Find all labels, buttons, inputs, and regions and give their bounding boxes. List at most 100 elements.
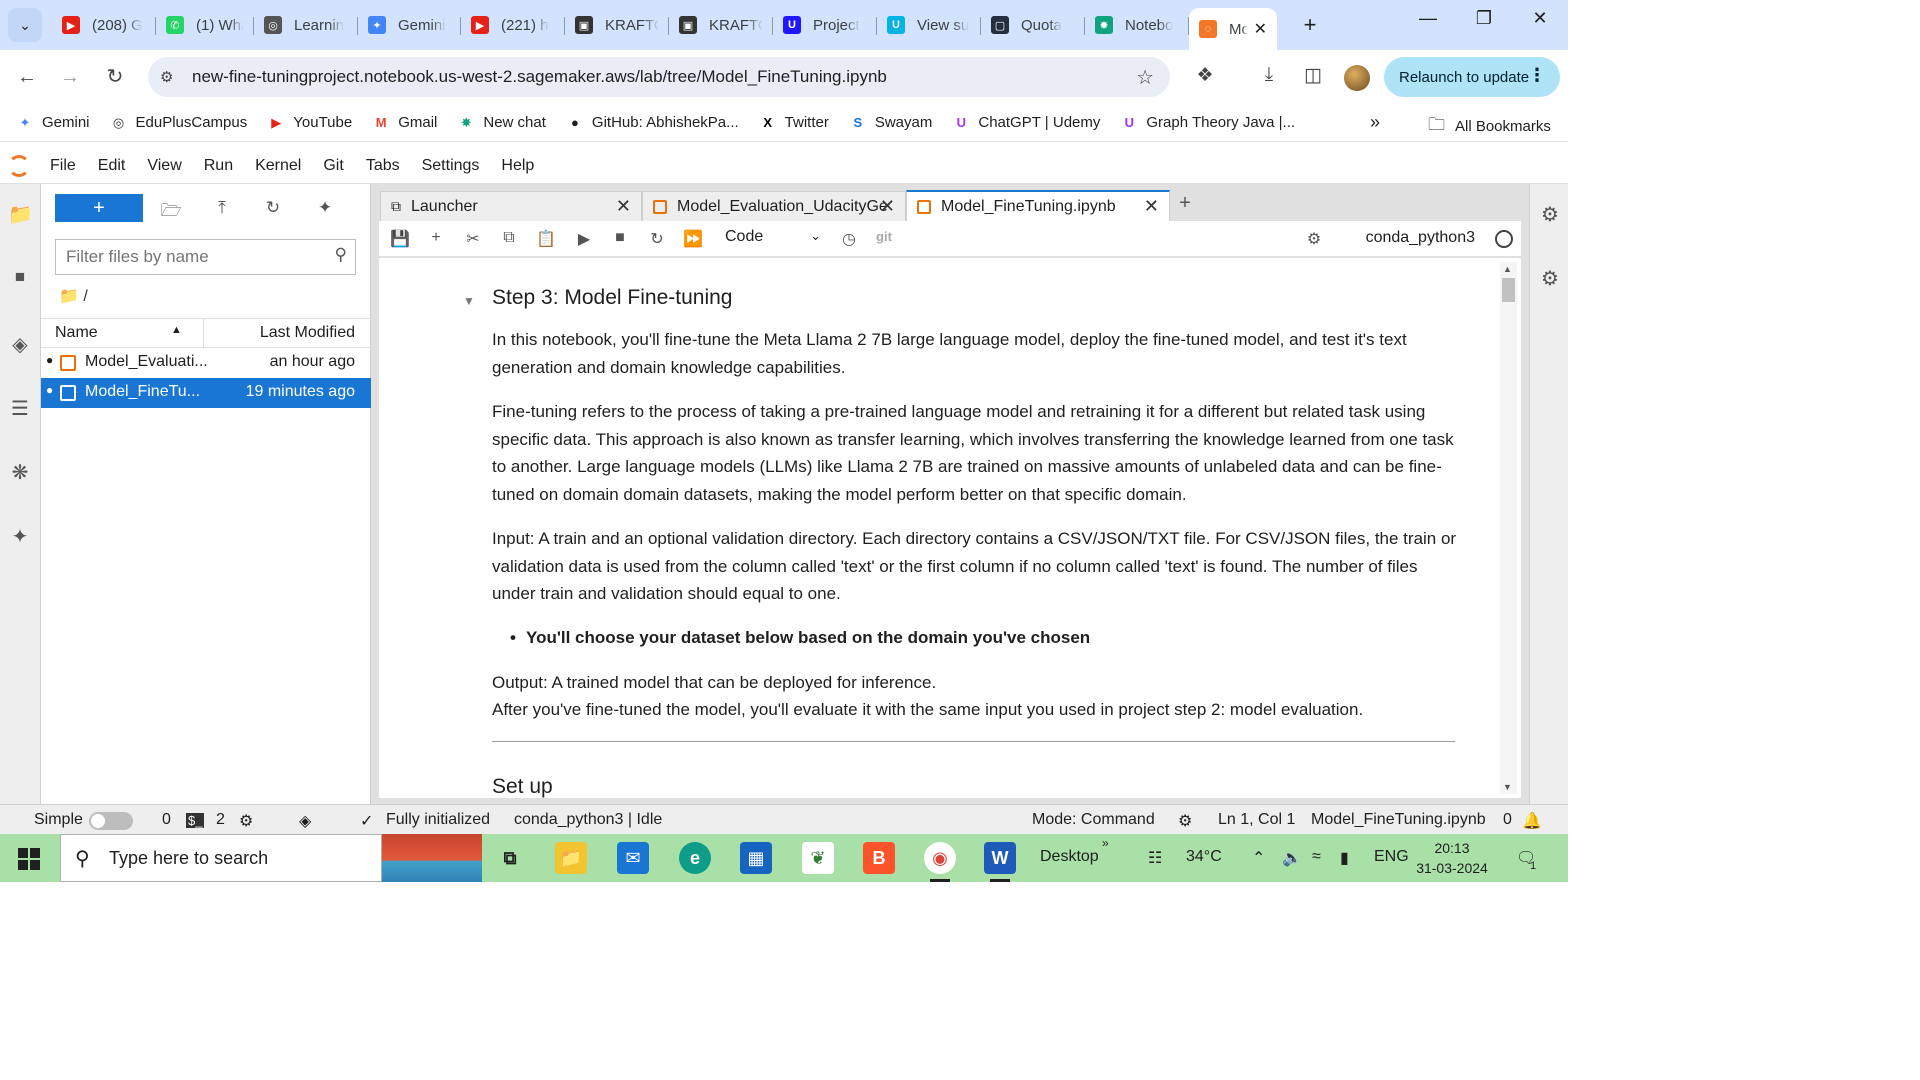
sort-ascending-icon[interactable]: ▲ [171, 324, 182, 336]
new-tab-button[interactable]: + [1295, 12, 1325, 38]
file-browser-folder-icon[interactable]: 📁 [8, 202, 33, 226]
menu-kernel[interactable]: Kernel [255, 157, 301, 175]
scrollbar-thumb[interactable] [1502, 278, 1515, 302]
temperature[interactable]: 34°C [1186, 848, 1222, 866]
paste-icon[interactable]: 📋 [535, 229, 557, 249]
document-tab[interactable]: Model_Evaluation_UdacityGe ✕ [642, 191, 906, 221]
microsoft-store-icon[interactable]: ▦ [740, 842, 772, 874]
menu-view[interactable]: View [147, 157, 181, 175]
git-label[interactable]: git [873, 229, 895, 244]
extensions-puzzle-icon[interactable]: ✦ [8, 524, 32, 548]
breadcrumb[interactable]: 📁 / [59, 286, 88, 306]
browser-tab[interactable]: ◌ Mo ✕ [1189, 8, 1277, 50]
menu-file[interactable]: File [50, 157, 76, 175]
file-row[interactable]: ● Model_Evaluati... an hour ago [41, 348, 371, 378]
show-hidden-icons-icon[interactable]: ⌃ [1252, 848, 1265, 868]
notebook-scrollbar[interactable]: ▲ ▼ [1500, 262, 1517, 794]
close-tab-icon[interactable]: ✕ [880, 196, 895, 217]
git-clone-icon[interactable]: ✦ [313, 198, 337, 218]
browser-tab[interactable]: ▣ KRAFTO [669, 8, 773, 42]
filter-files-field[interactable]: ⚲ [55, 239, 356, 275]
browser-tab[interactable]: ✦ Gemini [358, 8, 461, 42]
refresh-icon[interactable]: ↻ [261, 198, 285, 218]
url-text[interactable]: new-fine-tuningproject.notebook.us-west-… [192, 67, 887, 87]
scroll-down-icon[interactable]: ▼ [1503, 782, 1512, 792]
restore-button[interactable]: ❐ [1456, 8, 1512, 29]
browser-tab[interactable]: ▶ (221) h [461, 8, 565, 42]
file-name[interactable]: Model_FineTu... [85, 383, 210, 401]
bookmark-item[interactable]: ◎ EduPlusCampus [110, 114, 247, 132]
run-all-icon[interactable]: ⏩ [682, 229, 704, 249]
cell-type-select[interactable]: Code ⌄ [725, 228, 821, 246]
close-tab-icon[interactable]: ✕ [1144, 196, 1159, 217]
menu-settings[interactable]: Settings [422, 157, 480, 175]
column-divider[interactable] [203, 319, 204, 349]
extensions-icon[interactable]: ❖ [1192, 64, 1218, 87]
file-name[interactable]: Model_Evaluati... [85, 353, 210, 371]
table-of-contents-icon[interactable]: ☰ [8, 396, 32, 420]
battery-icon[interactable]: ▮ [1340, 848, 1349, 868]
bookmark-item[interactable]: S Swayam [849, 114, 933, 132]
browser-tab[interactable]: U Project [773, 8, 877, 42]
download-icon[interactable]: ⤓ [1256, 64, 1282, 86]
run-icon[interactable]: ▶ [573, 229, 595, 249]
profile-avatar[interactable] [1344, 65, 1370, 91]
bell-icon[interactable]: 🔔 [1522, 811, 1542, 831]
weather-icon[interactable]: ☷ [1148, 848, 1162, 868]
browser-tab[interactable]: ✆ (1) Wha [156, 8, 254, 42]
taskbar-search[interactable]: ⚲ Type here to search [60, 834, 382, 882]
kernel-state[interactable]: conda_python3 | Idle [514, 811, 662, 829]
debugger-bug-icon[interactable]: ⚙ [1538, 266, 1562, 291]
sagemaker-brain-icon[interactable]: ❋ [8, 460, 32, 484]
terminal-icon[interactable]: $_ [186, 813, 205, 828]
bookmark-item[interactable]: ✦ Gemini [16, 114, 90, 132]
site-info-icon[interactable]: ⚙ [160, 68, 173, 86]
property-inspector-gears-icon[interactable]: ⚙ [1538, 202, 1562, 227]
bookmark-item[interactable]: X Twitter [759, 114, 829, 132]
document-tab[interactable]: ⧉ Launcher ✕ [380, 191, 642, 221]
upload-icon[interactable]: ⤒ [210, 198, 234, 218]
kernel-name[interactable]: conda_python3 [1366, 229, 1475, 247]
word-icon[interactable]: W [984, 842, 1016, 882]
tab-search-button[interactable]: ⌄ [8, 8, 42, 42]
notebook-content[interactable]: ▼ Step 3: Model Fine-tuning In this note… [379, 258, 1521, 798]
windows-start-icon[interactable] [18, 848, 40, 870]
desktop-label[interactable]: Desktop [1040, 848, 1099, 866]
bookmark-item[interactable]: U ChatGPT | Udemy [952, 114, 1101, 132]
bookmark-item[interactable]: U Graph Theory Java |... [1120, 114, 1295, 132]
forward-button[interactable]: → [57, 64, 83, 90]
filter-files-input[interactable] [66, 247, 316, 267]
more-menu-icon[interactable]: ⋮ [1528, 65, 1546, 86]
chrome-icon[interactable]: ◉ [924, 842, 956, 882]
chevron-up-double-icon[interactable]: » [1102, 836, 1109, 850]
bookmark-star-icon[interactable]: ☆ [1136, 65, 1154, 90]
mail-icon[interactable]: ✉ [617, 842, 649, 874]
browser-tab[interactable]: ▢ Quota [981, 8, 1085, 42]
browser-tab[interactable]: ◎ Learnin [254, 8, 358, 42]
cut-icon[interactable]: ✂ [462, 229, 484, 249]
wifi-icon[interactable]: ≈ [1312, 848, 1321, 866]
debugger-bug-icon[interactable]: ⚙ [1303, 229, 1325, 249]
new-folder-icon[interactable]: 🗁 [159, 198, 183, 227]
git-branch-icon[interactable]: ◈ [299, 811, 311, 831]
browser-tab[interactable]: ✸ Notebo [1085, 8, 1189, 42]
file-row[interactable]: ● Model_FineTu... 19 minutes ago [41, 378, 371, 408]
simple-mode-toggle[interactable] [89, 812, 133, 830]
column-name-header[interactable]: Name [55, 324, 98, 342]
new-launcher-button[interactable]: + [55, 194, 143, 222]
menu-run[interactable]: Run [204, 157, 233, 175]
menu-help[interactable]: Help [501, 157, 534, 175]
address-bar[interactable]: ⚙ new-fine-tuningproject.notebook.us-wes… [148, 57, 1170, 97]
relaunch-button[interactable]: Relaunch to update ⋮ [1384, 57, 1560, 97]
all-bookmarks-button[interactable]: 🗀 All Bookmarks [1428, 112, 1551, 141]
close-tab-icon[interactable]: ✕ [616, 196, 631, 217]
bookmark-item[interactable]: M Gmail [372, 114, 438, 132]
column-modified-header[interactable]: Last Modified [260, 324, 355, 342]
stop-icon[interactable]: ■ [609, 229, 631, 247]
git-icon[interactable]: ◈ [8, 332, 32, 356]
search-highlight-image[interactable] [382, 834, 482, 882]
reload-button[interactable]: ↻ [102, 64, 128, 90]
new-tab-plus-button[interactable]: + [1171, 192, 1199, 220]
notification-count[interactable]: 0 [1503, 811, 1512, 829]
browser-tab[interactable]: ▶ (208) G [52, 8, 156, 42]
